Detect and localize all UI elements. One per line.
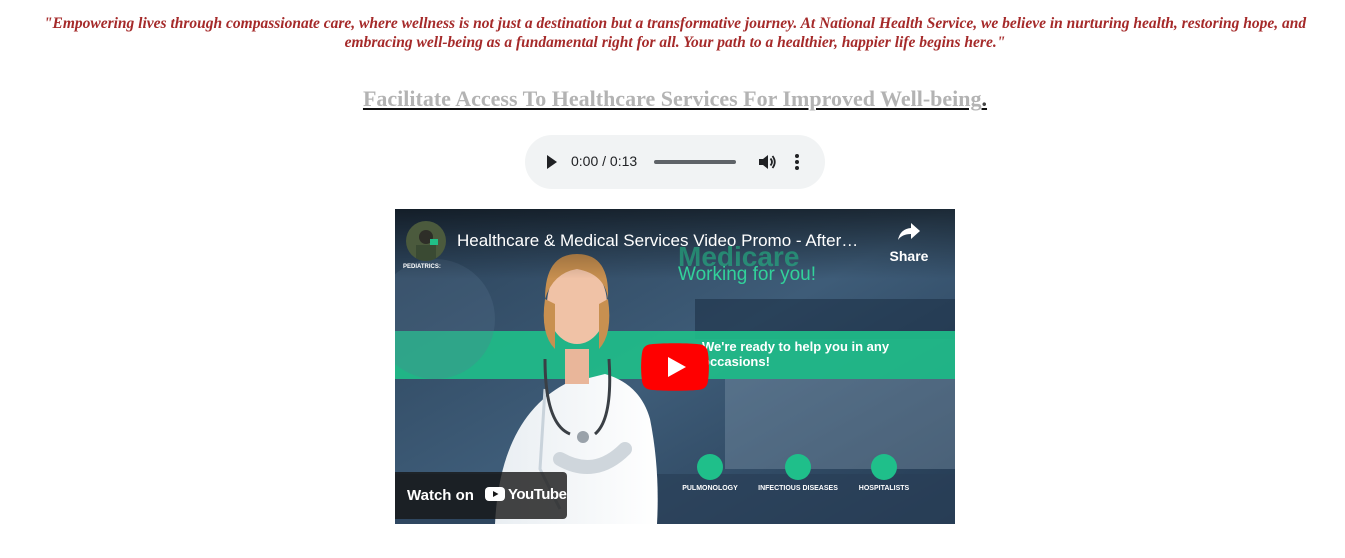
thumbnail-category: INFECTIOUS DISEASES [758, 485, 838, 492]
page-heading: Facilitate Access To Healthcare Services… [0, 86, 1345, 112]
audio-time: 0:00 / 0:13 [571, 153, 638, 169]
channel-avatar-image [406, 221, 446, 261]
heading-period: . [981, 86, 988, 111]
thumbnail-pediatrics: PEDIATRICS: [403, 264, 441, 270]
thumbnail-ready-text: We're ready to help you in any occasions… [702, 339, 889, 369]
watch-on-youtube-button[interactable]: Watch on YouTube [395, 472, 567, 519]
heading-text: Facilitate Access To Healthcare Services… [362, 86, 982, 111]
infectious-diseases-icon [785, 454, 811, 480]
more-options-icon[interactable] [791, 152, 803, 172]
play-icon[interactable] [545, 153, 559, 171]
share-label: Share [889, 248, 929, 264]
pulmonology-icon [697, 454, 723, 480]
thumbnail-category: PULMONOLOGY [682, 485, 738, 492]
youtube-wordmark: YouTube [508, 486, 567, 503]
channel-avatar[interactable] [406, 221, 446, 261]
youtube-logo-icon [485, 487, 505, 501]
volume-icon[interactable] [757, 152, 777, 172]
hospitalists-icon [871, 454, 897, 480]
ready-line-1: We're ready to help you in any [702, 339, 890, 354]
ready-line-2: occasions! [702, 354, 770, 369]
audio-player[interactable]: 0:00 / 0:13 [525, 135, 825, 189]
youtube-embed[interactable]: Healthcare & Medical Services Video Prom… [395, 209, 955, 524]
share-icon [898, 223, 920, 240]
watch-on-label: Watch on [407, 487, 474, 504]
thumbnail-category: HOSPITALISTS [858, 485, 910, 492]
video-title[interactable]: Healthcare & Medical Services Video Prom… [457, 231, 877, 251]
share-button[interactable]: Share [883, 221, 935, 281]
thumbnail-working-text: Working for you! [678, 264, 816, 285]
mission-quote: "Empowering lives through compassionate … [43, 15, 1307, 51]
video-play-button[interactable] [641, 343, 709, 391]
audio-progress-slider[interactable] [654, 160, 736, 164]
